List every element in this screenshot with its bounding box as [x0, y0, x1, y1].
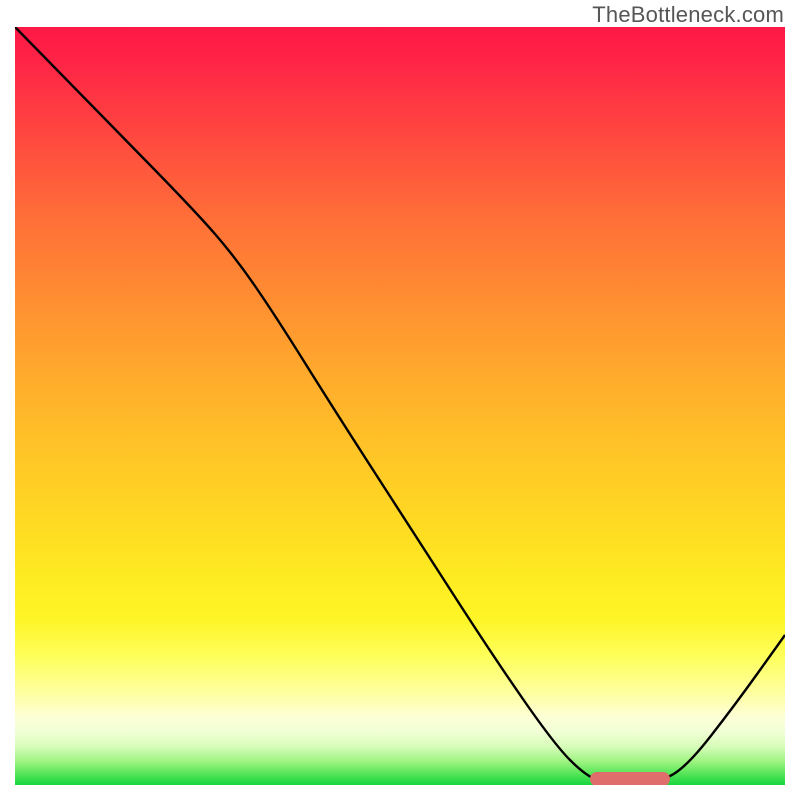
plot-area	[15, 27, 785, 785]
optimal-marker	[590, 772, 670, 785]
watermark-text: TheBottleneck.com	[592, 2, 784, 28]
bottleneck-chart: TheBottleneck.com	[0, 0, 800, 800]
heat-gradient-background	[15, 27, 785, 785]
